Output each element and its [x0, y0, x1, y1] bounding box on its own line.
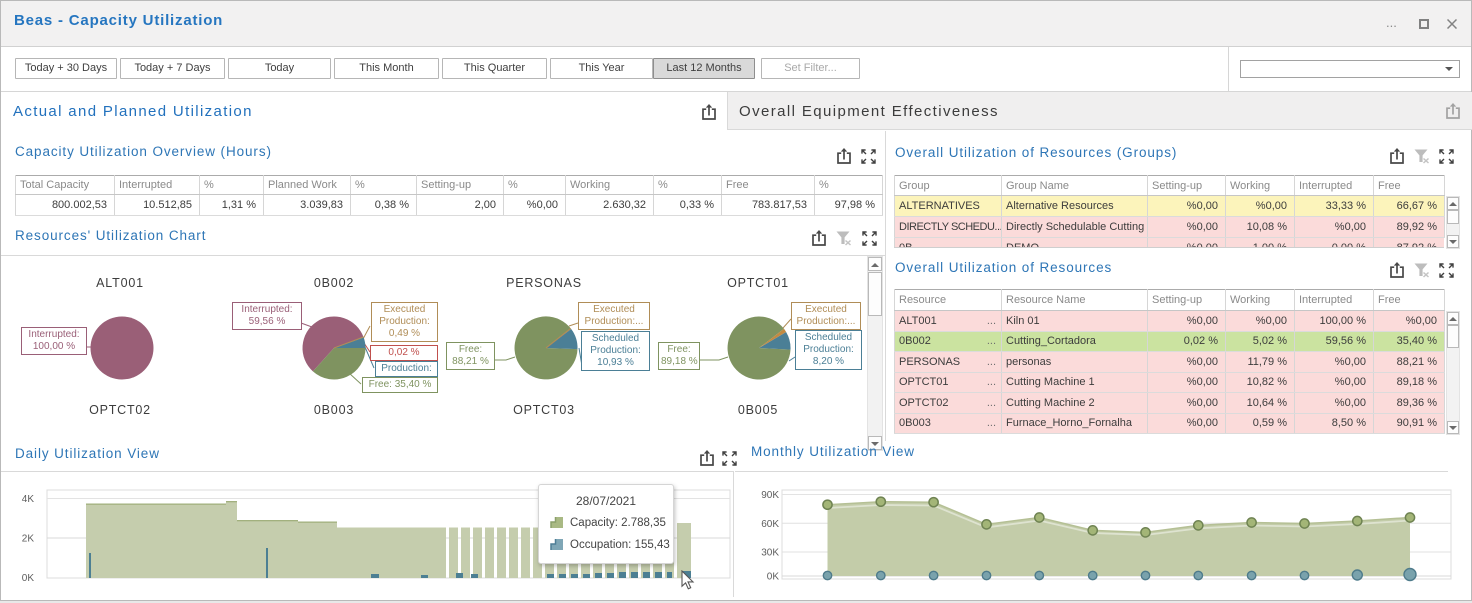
svg-text:0K: 0K — [22, 573, 35, 584]
svg-text:0K: 0K — [767, 572, 780, 583]
svg-text:60K: 60K — [761, 519, 779, 530]
svg-text:30K: 30K — [761, 548, 779, 559]
svg-text:4K: 4K — [22, 494, 35, 505]
svg-text:2K: 2K — [22, 534, 35, 545]
svg-text:90K: 90K — [761, 490, 779, 501]
